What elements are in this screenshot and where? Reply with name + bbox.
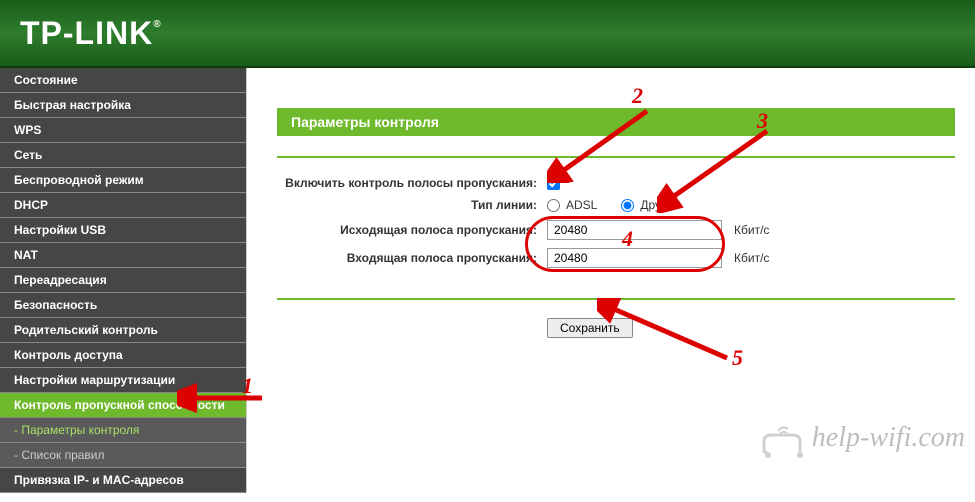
sidebar-nav: Состояние Быстрая настройка WPS Сеть Бес… — [0, 68, 247, 493]
app-header: TP-LINK® — [0, 0, 975, 68]
sidebar-item-parental[interactable]: Родительский контроль — [0, 318, 246, 343]
line-adsl-text: ADSL — [566, 198, 597, 212]
panel-title: Параметры контроля — [277, 108, 955, 136]
sidebar-item-forwarding[interactable]: Переадресация — [0, 268, 246, 293]
watermark-text: help-wifi.com — [812, 422, 965, 453]
sidebar-item-usb[interactable]: Настройки USB — [0, 218, 246, 243]
watermark: help-wifi.com — [758, 422, 965, 463]
enable-checkbox[interactable] — [547, 177, 560, 190]
sidebar-sub-control-settings[interactable]: - Параметры контроля — [0, 418, 246, 443]
line-type-label: Тип линии: — [277, 198, 547, 212]
sidebar-item-quicksetup[interactable]: Быстрая настройка — [0, 93, 246, 118]
annotation-num-2: 2 — [632, 83, 643, 109]
line-adsl-radio[interactable] — [547, 199, 560, 212]
sidebar-item-wireless[interactable]: Беспроводной режим — [0, 168, 246, 193]
sidebar-item-security[interactable]: Безопасность — [0, 293, 246, 318]
form-area: Включить контроль полосы пропускания: Ти… — [277, 156, 955, 300]
main-content: Параметры контроля Включить контроль пол… — [247, 68, 975, 493]
egress-label: Исходящая полоса пропускания: — [277, 223, 547, 237]
ingress-label: Входящая полоса пропускания: — [277, 251, 547, 265]
sidebar-item-ipmac[interactable]: Привязка IP- и MAC-адресов — [0, 468, 246, 493]
sidebar-item-wps[interactable]: WPS — [0, 118, 246, 143]
sidebar-item-access[interactable]: Контроль доступа — [0, 343, 246, 368]
line-other-text: Другая — [640, 198, 678, 212]
brand-logo: TP-LINK® — [20, 15, 162, 52]
egress-input[interactable] — [547, 220, 722, 240]
sidebar-item-nat[interactable]: NAT — [0, 243, 246, 268]
egress-unit: Кбит/с — [734, 223, 769, 237]
sidebar-item-dhcp[interactable]: DHCP — [0, 193, 246, 218]
enable-label: Включить контроль полосы пропускания: — [277, 176, 547, 190]
sidebar-sub-rules-list[interactable]: - Список правил — [0, 443, 246, 468]
ingress-unit: Кбит/с — [734, 251, 769, 265]
sidebar-item-routing[interactable]: Настройки маршрутизации — [0, 368, 246, 393]
ingress-input[interactable] — [547, 248, 722, 268]
sidebar-item-bandwidth[interactable]: Контроль пропускной способности — [0, 393, 246, 418]
annotation-num-5: 5 — [732, 345, 743, 371]
sidebar-item-network[interactable]: Сеть — [0, 143, 246, 168]
line-other-radio[interactable] — [621, 199, 634, 212]
save-button[interactable]: Сохранить — [547, 318, 633, 338]
sidebar-item-status[interactable]: Состояние — [0, 68, 246, 93]
